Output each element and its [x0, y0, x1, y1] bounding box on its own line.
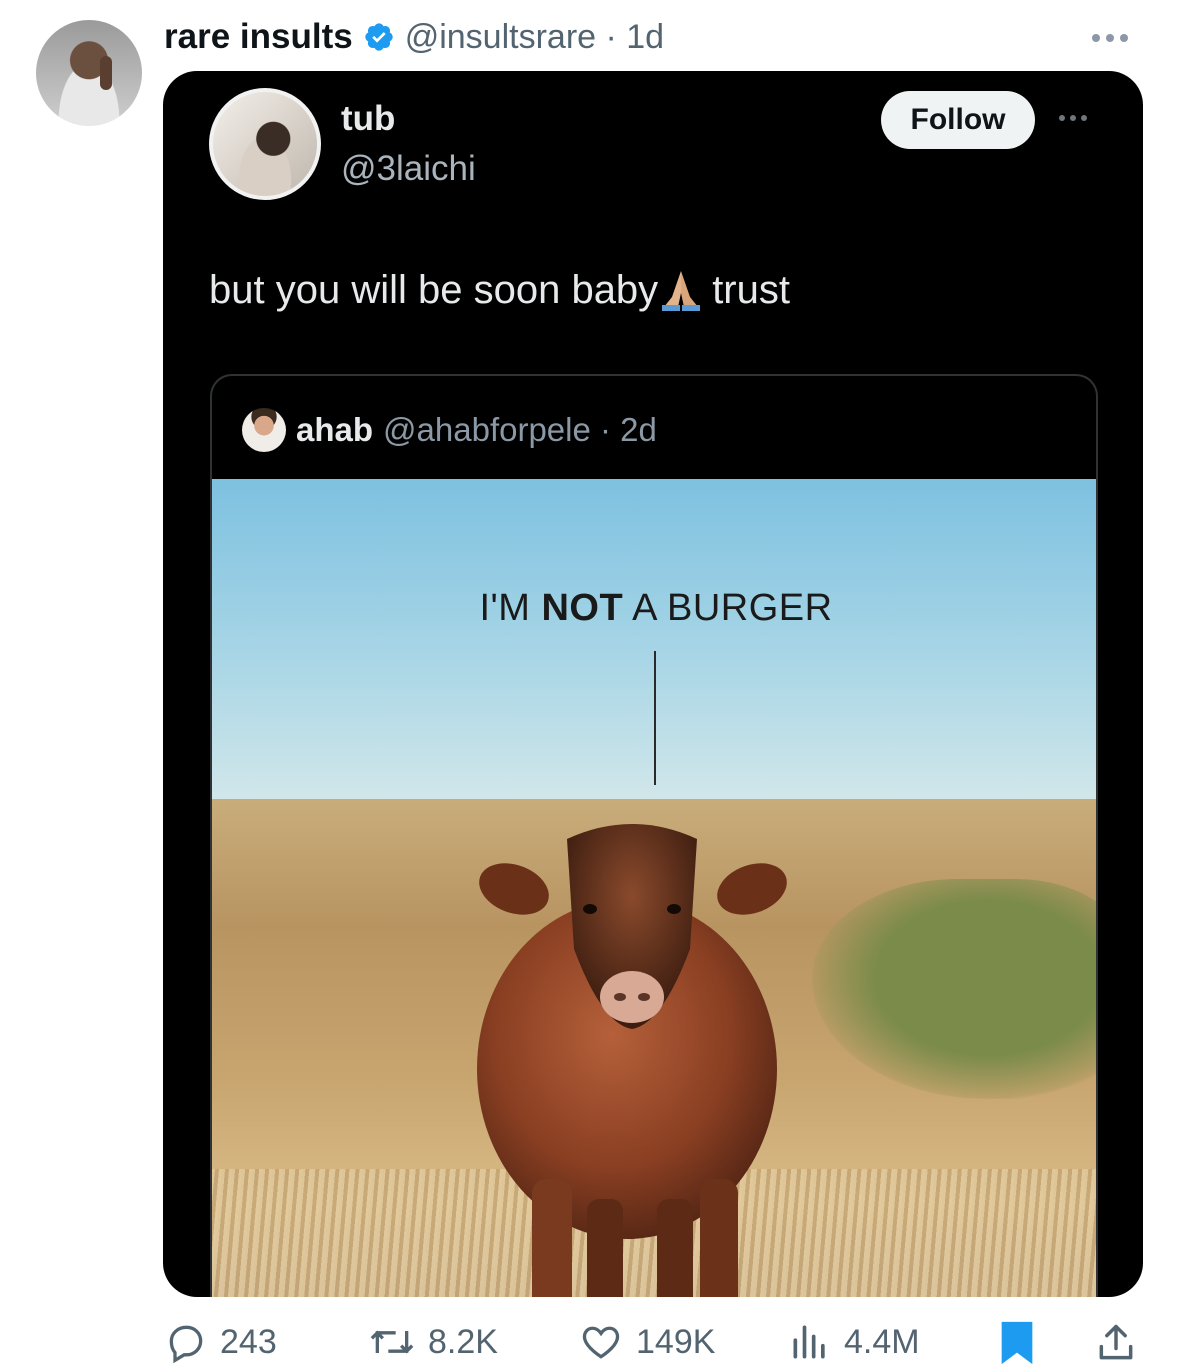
bookmark-button[interactable] — [997, 1320, 1037, 1366]
quoted-tweet-header: ahab @ahabforpele · 2d — [242, 408, 657, 452]
views-button[interactable]: 4.4M — [788, 1320, 920, 1364]
share-button[interactable] — [1094, 1320, 1138, 1366]
embedded-display-name: tub — [341, 99, 396, 138]
handle-and-time[interactable]: @insultsrare · 1d — [405, 18, 664, 57]
like-button[interactable]: 149K — [578, 1320, 715, 1364]
reply-icon — [169, 1325, 203, 1364]
repost-icon — [370, 1330, 414, 1354]
verified-icon — [365, 23, 393, 51]
quoted-tweet: ahab @ahabforpele · 2d I'M NOT A BURGER — [210, 374, 1098, 1297]
like-count: 149K — [636, 1322, 716, 1361]
embedded-handle: @3laichi — [341, 149, 476, 188]
caption-pointer-line — [654, 651, 656, 785]
more-icon[interactable] — [1092, 26, 1140, 50]
embedded-more-icon — [1059, 115, 1095, 125]
reply-button[interactable]: 243 — [164, 1320, 277, 1364]
image-caption: I'M NOT A BURGER — [479, 587, 833, 629]
embedded-tweet-text: but you will be soon baby trust — [209, 267, 790, 313]
embedded-text-before: but you will be soon baby — [209, 267, 659, 312]
like-icon — [582, 1326, 620, 1359]
repost-count: 8.2K — [428, 1322, 498, 1361]
follow-button: Follow — [881, 91, 1035, 149]
repost-button[interactable]: 8.2K — [368, 1320, 498, 1364]
media-card[interactable]: tub @3laichi Follow but you will be soon… — [163, 71, 1143, 1297]
action-bar: 243 8.2K 149K 4.4M — [0, 1310, 1179, 1372]
quoted-avatar — [242, 408, 286, 452]
views-icon — [793, 1325, 825, 1359]
quoted-handle-and-time: @ahabforpele · 2d — [383, 411, 657, 448]
avatar[interactable] — [36, 20, 142, 126]
embedded-avatar — [209, 88, 321, 200]
reply-count: 243 — [220, 1322, 277, 1361]
folded-hands-icon — [662, 271, 701, 311]
share-icon — [1099, 1324, 1133, 1360]
quoted-display-name: ahab — [296, 411, 374, 448]
cow-illustration — [477, 824, 787, 1297]
embedded-text-after: trust — [712, 267, 790, 312]
bookmark-icon — [1001, 1321, 1033, 1365]
cow-image: I'M NOT A BURGER — [212, 479, 1096, 1297]
tweet-header: rare insults @insultsrare · 1d — [164, 14, 664, 60]
views-count: 4.4M — [844, 1322, 920, 1361]
display-name[interactable]: rare insults — [164, 17, 353, 57]
